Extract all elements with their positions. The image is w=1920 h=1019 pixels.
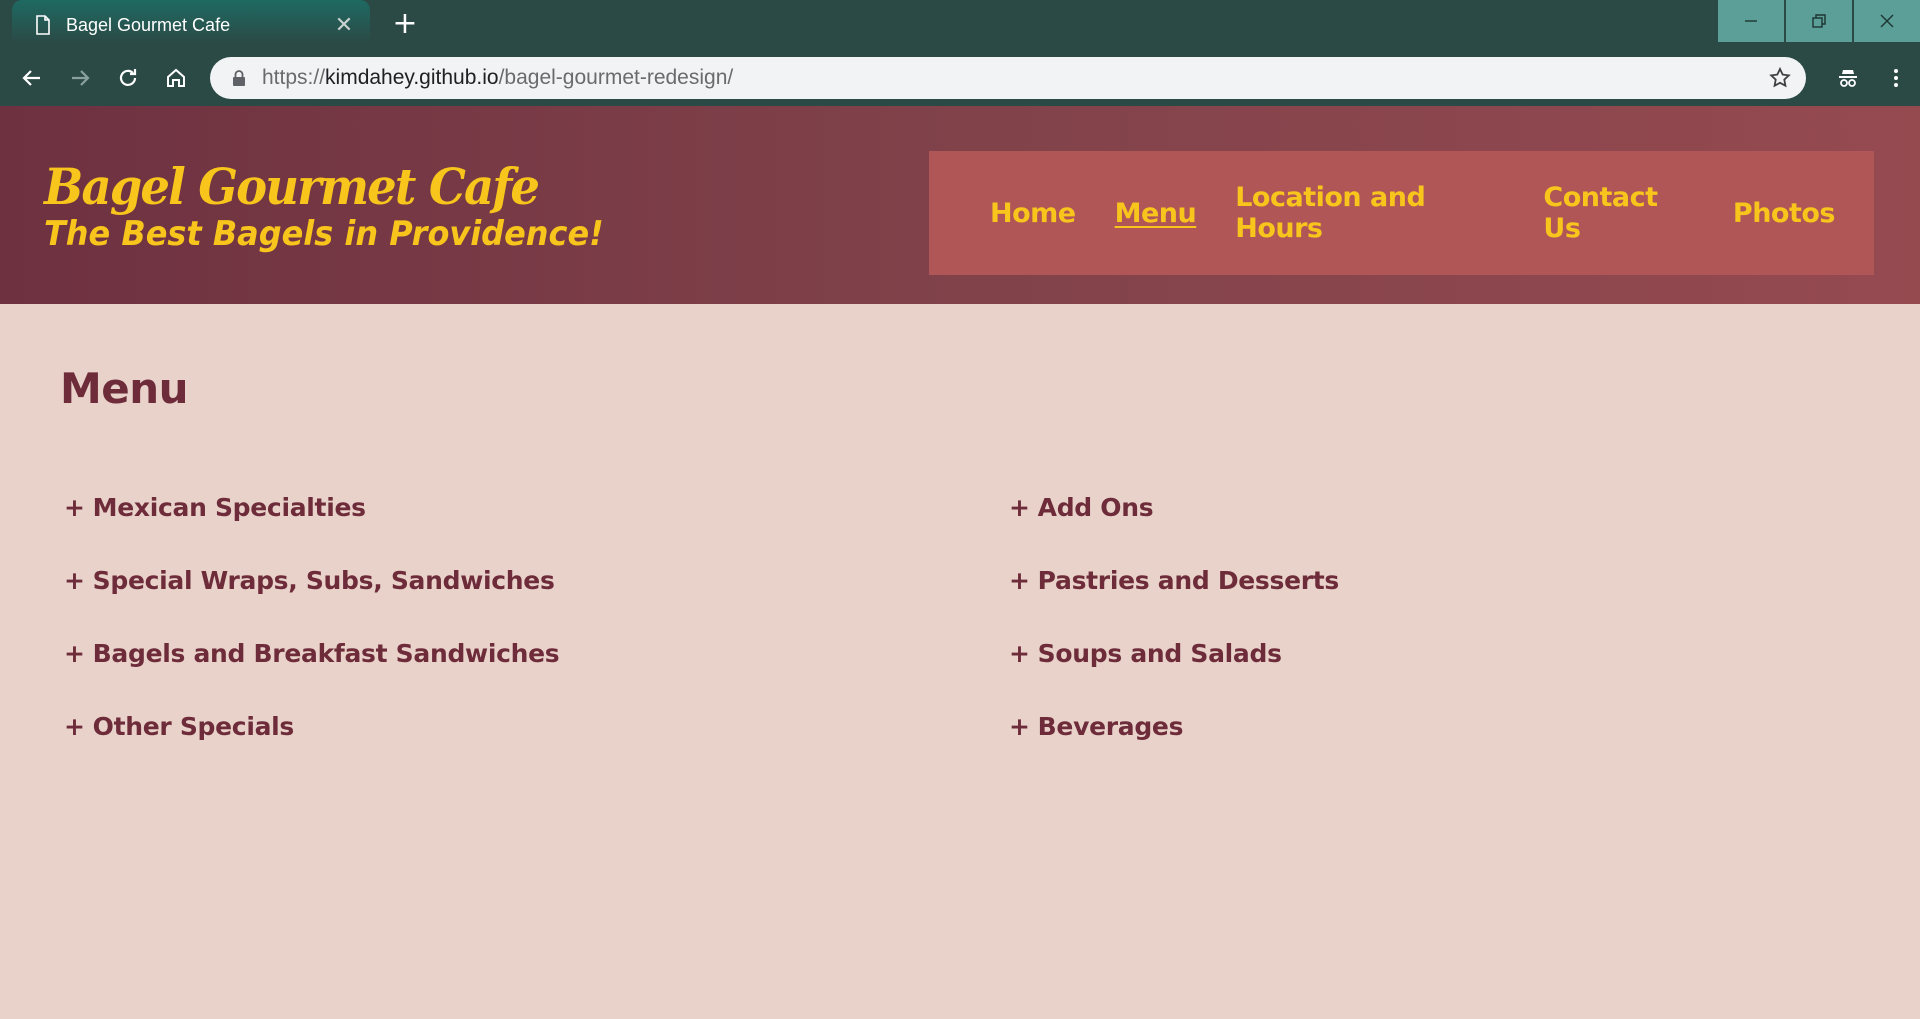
- browser-tab-bar: Bagel Gourmet Cafe ✕ +: [0, 0, 1920, 50]
- menu-category-mexican-specialties[interactable]: + Mexican Specialties: [64, 493, 559, 566]
- menu-category-add-ons[interactable]: + Add Ons: [1009, 493, 1339, 566]
- url-scheme: https://: [262, 66, 326, 89]
- nav-link-contact-us[interactable]: Contact Us: [1543, 182, 1694, 244]
- nav-link-home[interactable]: Home: [990, 198, 1076, 229]
- expand-icon: +: [1009, 712, 1030, 741]
- expand-icon: +: [1009, 639, 1030, 668]
- main-content: Menu + Mexican Specialties + Special Wraps…: [0, 364, 1920, 813]
- home-button[interactable]: [152, 54, 200, 102]
- home-icon: [167, 68, 185, 87]
- menu-category-special-wraps[interactable]: + Special Wraps, Subs, Sandwiches: [64, 566, 559, 639]
- restore-icon: [1812, 14, 1826, 28]
- menu-category-pastries-desserts[interactable]: + Pastries and Desserts: [1009, 566, 1339, 639]
- reload-button[interactable]: [104, 54, 152, 102]
- forward-button[interactable]: [56, 54, 104, 102]
- menu-category-label: Mexican Specialties: [92, 493, 366, 522]
- nav-link-photos[interactable]: Photos: [1733, 198, 1836, 229]
- url-host: kimdahey.github.io: [325, 66, 499, 89]
- expand-icon: +: [64, 493, 85, 522]
- menu-category-label: Add Ons: [1037, 493, 1154, 522]
- expand-icon: +: [1009, 566, 1030, 595]
- forward-arrow-icon: [72, 70, 90, 86]
- browser-toolbar: https://kimdahey.github.io/bagel-gourmet…: [0, 50, 1920, 106]
- site-tagline: The Best Bagels in Providence!: [44, 214, 604, 254]
- menu-category-label: Bagels and Breakfast Sandwiches: [92, 639, 560, 668]
- nav-link-location-and-hours[interactable]: Location and Hours: [1235, 182, 1504, 244]
- bookmark-star-icon[interactable]: [1768, 66, 1792, 90]
- new-tab-button[interactable]: +: [390, 9, 420, 40]
- menu-category-beverages[interactable]: + Beverages: [1009, 712, 1339, 785]
- site-header: Bagel Gourmet Cafe The Best Bagels in Pr…: [0, 106, 1920, 304]
- tab-close-icon[interactable]: ✕: [332, 13, 356, 38]
- expand-icon: +: [64, 639, 85, 668]
- tab-title: Bagel Gourmet Cafe: [66, 14, 231, 35]
- menu-category-soups-salads[interactable]: + Soups and Salads: [1009, 639, 1339, 712]
- incognito-icon: [1839, 70, 1857, 87]
- menu-column-right: + Add Ons + Pastries and Desserts + Soups a…: [1009, 493, 1339, 785]
- restore-button[interactable]: [1786, 0, 1852, 42]
- menu-column-left: + Mexican Specialties + Special Wraps, Sub…: [64, 493, 560, 785]
- minimize-icon: [1745, 20, 1757, 22]
- menu-category-label: Other Specials: [92, 712, 295, 741]
- expand-icon: +: [64, 712, 85, 741]
- expand-icon: +: [1009, 493, 1030, 522]
- minimize-button[interactable]: [1718, 0, 1784, 42]
- document-icon: [36, 15, 50, 35]
- close-icon: [1880, 14, 1894, 28]
- menu-category-label: Pastries and Desserts: [1037, 566, 1340, 595]
- window-controls: [1716, 0, 1920, 42]
- reload-icon: [119, 69, 137, 86]
- main-nav: Home Menu Location and Hours Contact Us …: [929, 151, 1874, 275]
- back-arrow-icon: [22, 70, 40, 86]
- toolbar-right: [1824, 50, 1920, 106]
- menu-category-label: Beverages: [1037, 712, 1184, 741]
- page-title: Menu: [60, 364, 189, 413]
- expand-icon: +: [64, 566, 85, 595]
- nav-link-menu[interactable]: Menu: [1115, 198, 1197, 229]
- url-path: /bagel-gourmet-redesign/: [498, 66, 734, 89]
- address-bar[interactable]: https://kimdahey.github.io/bagel-gourmet…: [210, 57, 1806, 99]
- menu-category-bagels-breakfast[interactable]: + Bagels and Breakfast Sandwiches: [64, 639, 560, 712]
- back-button[interactable]: [8, 54, 56, 102]
- more-vert-icon: [1894, 69, 1898, 87]
- brand: Bagel Gourmet Cafe The Best Bagels in Pr…: [44, 156, 639, 256]
- menu-category-label: Soups and Salads: [1037, 639, 1282, 668]
- browser-tab[interactable]: Bagel Gourmet Cafe ✕: [12, 0, 370, 50]
- menu-category-other-specials[interactable]: + Other Specials: [64, 712, 559, 785]
- menu-categories: + Mexican Specialties + Special Wraps, Sub…: [60, 493, 1920, 813]
- incognito-button[interactable]: [1824, 54, 1872, 102]
- lock-icon: [233, 70, 245, 86]
- browser-menu-button[interactable]: [1872, 54, 1920, 102]
- menu-category-label: Special Wraps, Subs, Sandwiches: [92, 566, 555, 595]
- site-title[interactable]: Bagel Gourmet Cafe: [44, 156, 598, 218]
- url-text: https://kimdahey.github.io/bagel-gourmet…: [262, 66, 733, 90]
- close-window-button[interactable]: [1854, 0, 1920, 42]
